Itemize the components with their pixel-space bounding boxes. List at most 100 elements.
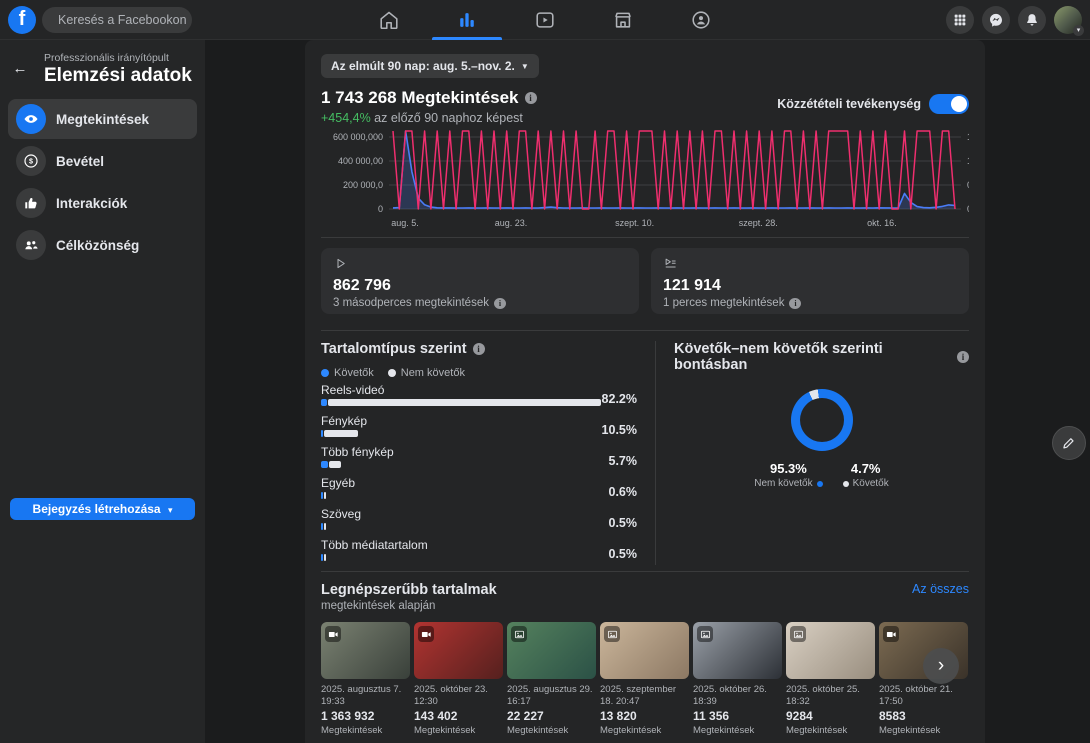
views-line-chart: 600 000,0001400 000,001200 000,0000aug. … — [321, 127, 969, 231]
info-icon[interactable]: i — [789, 298, 801, 309]
views-delta: +454,4% az előző 90 naphoz képest — [321, 111, 537, 125]
content-type-percent: 82.2% — [602, 392, 637, 406]
nav-tab-insights[interactable] — [428, 0, 506, 40]
popular-content-card[interactable]: 2025. október 23. 12:30 143 402 Megtekin… — [414, 622, 503, 736]
content-type-title: Tartalomtípus szerint — [321, 341, 467, 357]
content-thumbnail — [321, 622, 410, 679]
publish-activity-label: Közzétételi tevékenység — [777, 97, 921, 111]
content-date: 2025. szeptember 18. 20:47 — [600, 684, 689, 708]
toggle-knob — [951, 96, 967, 112]
see-all-link[interactable]: Az összes — [912, 582, 969, 596]
video-stats-row: 862 796 3 másodperces megtekintéseki 121… — [321, 248, 969, 314]
legend-item: Nem követők — [388, 367, 465, 379]
content-type-bar — [321, 399, 601, 406]
sidebar-item-label: Interakciók — [56, 196, 127, 211]
content-type-legend: KövetőkNem követők — [321, 367, 637, 379]
popular-content-card[interactable]: 2025. október 26. 18:39 11 356 Megtekint… — [693, 622, 782, 736]
create-post-button[interactable]: Bejegyzés létrehozása ▾ — [10, 498, 195, 520]
back-button[interactable]: ← — [8, 56, 32, 80]
popular-content-card[interactable]: 2025. szeptember 18. 20:47 13 820 Megtek… — [600, 622, 689, 736]
nav-tab-marketplace[interactable] — [584, 0, 662, 40]
content-thumbnail — [693, 622, 782, 679]
content-date: 2025. október 23. 12:30 — [414, 684, 503, 708]
info-icon[interactable]: i — [473, 343, 485, 355]
content-views-label: Megtekintések — [786, 725, 875, 736]
svg-text:aug. 23.: aug. 23. — [495, 218, 528, 228]
messenger-button[interactable] — [982, 6, 1010, 34]
info-icon[interactable]: i — [957, 351, 969, 363]
next-cards-button[interactable]: › — [923, 648, 959, 684]
donut-percent: 95.3% — [754, 461, 822, 476]
legend-dot — [817, 481, 823, 487]
video-icon — [534, 9, 556, 31]
content-type-row: Fénykép 10.5% — [321, 414, 637, 441]
sidebar-item-thumb[interactable]: Interakciók — [8, 183, 197, 223]
nav-tab-video[interactable] — [506, 0, 584, 40]
insights-icon — [456, 9, 478, 31]
sidebar-item-eye[interactable]: Megtekintések — [8, 99, 197, 139]
facebook-logo[interactable]: f — [8, 6, 36, 34]
content-thumbnail — [600, 622, 689, 679]
svg-text:1: 1 — [967, 132, 969, 142]
content-thumbnail — [414, 622, 503, 679]
content-views: 8583 — [879, 709, 968, 723]
nav-tab-home[interactable] — [350, 0, 428, 40]
content-type-label: Fénykép — [321, 414, 637, 428]
stat-card[interactable]: 862 796 3 másodperces megtekintéseki — [321, 248, 639, 314]
info-icon[interactable]: i — [525, 92, 537, 104]
sidebar-eyebrow: Professzionális irányítópult — [44, 52, 193, 64]
popular-content-cards: 2025. augusztus 7. 19:33 1 363 932 Megte… — [321, 622, 969, 736]
svg-text:okt. 16.: okt. 16. — [867, 218, 897, 228]
svg-text:200 000,0: 200 000,0 — [343, 180, 383, 190]
popular-content-card[interactable]: 2025. augusztus 29. 16:17 22 227 Megteki… — [507, 622, 596, 736]
search-input[interactable]: Keresés a Facebookon — [42, 7, 192, 33]
donut-label: Nem követők — [754, 478, 812, 489]
svg-text:1: 1 — [967, 156, 969, 166]
profile-avatar[interactable]: ▾ — [1054, 6, 1082, 34]
sidebar-item-people[interactable]: Célközönség — [8, 225, 197, 265]
popular-content-card[interactable]: 2025. október 25. 18:32 9284 Megtekintés… — [786, 622, 875, 736]
stat-value: 862 796 — [333, 277, 627, 295]
page-title: Elemzési adatok — [44, 65, 193, 87]
donut-label: Követők — [853, 478, 889, 489]
photo-icon — [511, 626, 527, 642]
video-icon — [325, 626, 341, 642]
stat-card[interactable]: 121 914 1 perces megtekintéseki — [651, 248, 969, 314]
content-type-percent: 0.6% — [609, 485, 638, 499]
thumb-icon — [16, 188, 46, 218]
content-type-percent: 0.5% — [609, 547, 638, 561]
play-icon — [333, 256, 348, 271]
people-icon — [16, 230, 46, 260]
photo-icon — [697, 626, 713, 642]
notifications-button[interactable] — [1018, 6, 1046, 34]
publish-activity-toggle[interactable] — [929, 94, 969, 114]
chevron-down-icon: ▾ — [1073, 25, 1084, 36]
chevron-down-icon: ▾ — [168, 505, 173, 515]
content-date: 2025. augusztus 29. 16:17 — [507, 684, 596, 708]
popular-content-card[interactable]: 2025. augusztus 7. 19:33 1 363 932 Megte… — [321, 622, 410, 736]
content-views: 1 363 932 — [321, 709, 410, 723]
breakdown-section: Tartalomtípus szerint i KövetőkNem követ… — [321, 331, 969, 565]
compose-edit-button[interactable] — [1052, 426, 1086, 460]
marketplace-icon — [612, 9, 634, 31]
menu-button[interactable] — [946, 6, 974, 34]
content-type-row: Szöveg 0.5% — [321, 507, 637, 534]
content-thumbnail — [507, 622, 596, 679]
date-range-filter[interactable]: Az elmúlt 90 nap: aug. 5.–nov. 2. ▼ — [321, 54, 539, 78]
content-type-label: Egyéb — [321, 476, 637, 490]
menu-icon — [952, 12, 968, 28]
messenger-icon — [988, 12, 1004, 28]
info-icon[interactable]: i — [494, 298, 506, 309]
chevron-down-icon: ▼ — [521, 62, 529, 71]
popular-content-card[interactable]: 2025. október 21. 17:50 8583 Megtekintés… — [879, 622, 968, 736]
nav-tab-groups[interactable] — [662, 0, 740, 40]
content-type-percent: 10.5% — [602, 423, 637, 437]
svg-text:400 000,00: 400 000,00 — [338, 156, 383, 166]
main-nav — [350, 0, 740, 40]
sidebar-item-label: Bevétel — [56, 154, 104, 169]
content-views: 11 356 — [693, 709, 782, 723]
legend-dot — [843, 481, 849, 487]
search-placeholder: Keresés a Facebookon — [58, 13, 187, 27]
content-type-row: Több fénykép 5.7% — [321, 445, 637, 472]
sidebar-item-dollar[interactable]: $ Bevétel — [8, 141, 197, 181]
